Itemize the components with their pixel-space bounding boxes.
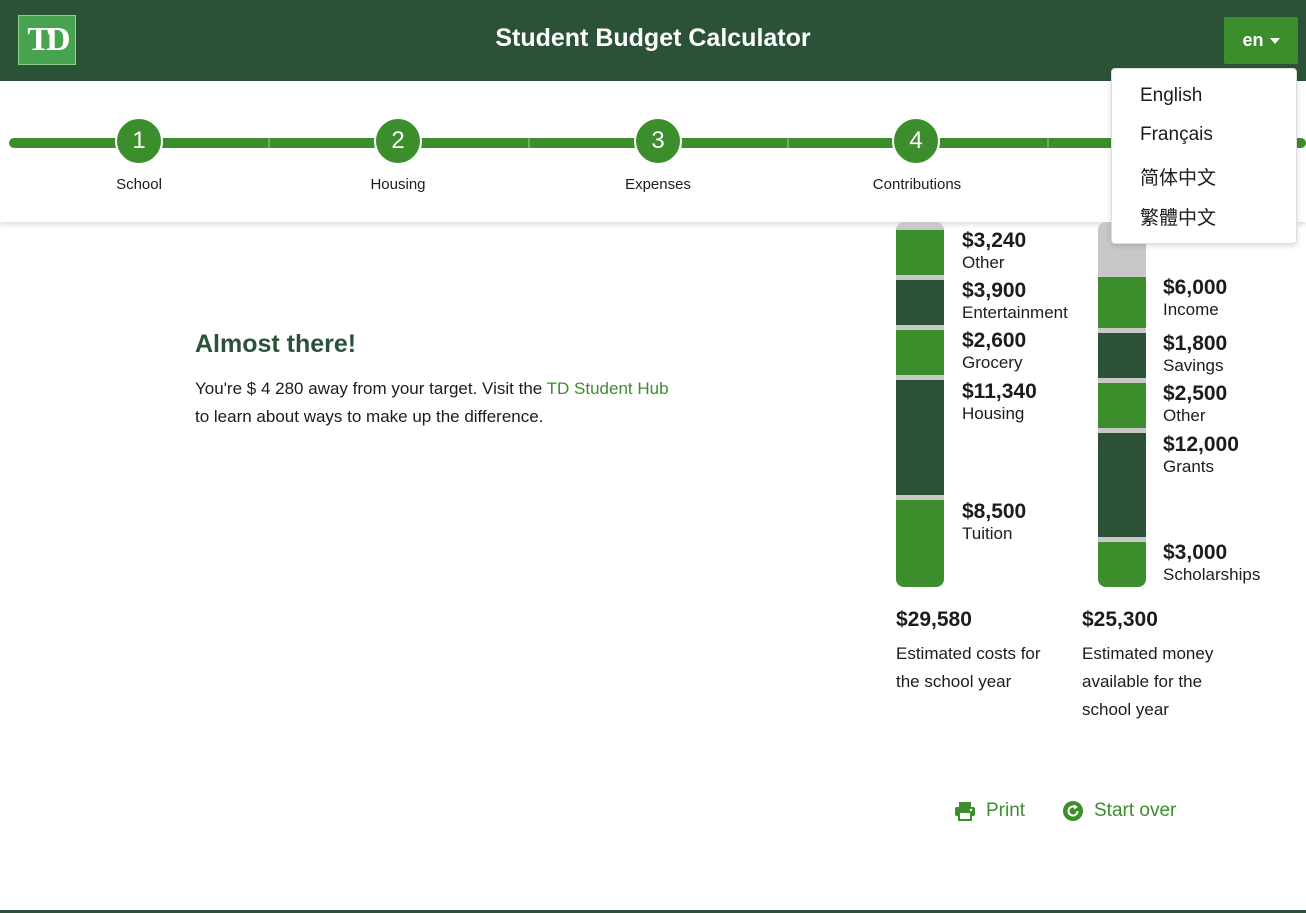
- page-title: Student Budget Calculator: [495, 24, 811, 52]
- costs-amount-entertainment: $3,900: [962, 279, 1027, 302]
- funds-amount-income: $6,000: [1163, 276, 1228, 299]
- costs-amount-grocery: $2,600: [962, 329, 1027, 352]
- step-2-label: Housing: [370, 176, 426, 193]
- print-button[interactable]: Print: [954, 800, 1025, 822]
- funds-total-description: Estimated money available for the school…: [1082, 644, 1214, 719]
- step-1-circle[interactable]: 1: [115, 117, 163, 165]
- language-option-traditional-chinese[interactable]: 繁體中文: [1140, 203, 1216, 230]
- funds-label-grants: Grants: [1163, 457, 1215, 476]
- costs-segment-grocery: [896, 330, 944, 375]
- funds-label-other: Other: [1163, 406, 1206, 425]
- start-over-button[interactable]: Start over: [1062, 800, 1176, 822]
- costs-label-housing: Housing: [962, 404, 1025, 423]
- costs-segment-entertainment: [896, 280, 944, 325]
- step-3-label: Expenses: [625, 176, 691, 193]
- costs-segment-housing: [896, 380, 944, 495]
- result-message-text-end: to learn about ways to make up the diffe…: [195, 407, 544, 426]
- td-student-hub-link[interactable]: TD Student Hub: [547, 379, 669, 398]
- result-message-text: You're $ 4 280 away from your target. Vi…: [195, 379, 547, 398]
- funds-bar: [1098, 222, 1146, 587]
- costs-total-description: Estimated costs for the school year: [896, 644, 1041, 691]
- start-over-button-label: Start over: [1094, 800, 1177, 821]
- funds-total: $25,300: [1082, 608, 1158, 631]
- language-button-label: en: [1242, 30, 1264, 50]
- stepper-track-divider: [787, 138, 789, 148]
- costs-amount-other: $3,240: [962, 229, 1027, 252]
- stepper-track-divider: [528, 138, 530, 148]
- print-button-label: Print: [986, 800, 1026, 821]
- funds-amount-savings: $1,800: [1163, 332, 1228, 355]
- language-option-english[interactable]: English: [1140, 85, 1202, 107]
- costs-amount-tuition: $8,500: [962, 500, 1027, 523]
- funds-segment-income: [1098, 277, 1146, 328]
- costs-label-entertainment: Entertainment: [962, 303, 1068, 322]
- funds-label-scholarships: Scholarships: [1163, 565, 1261, 584]
- costs-total: $29,580: [896, 608, 972, 631]
- funds-segment-scholarships: [1098, 542, 1146, 587]
- step-2-circle[interactable]: 2: [374, 117, 422, 165]
- funds-segment-savings: [1098, 333, 1146, 378]
- stepper-track-divider: [1047, 138, 1049, 148]
- costs-label-grocery: Grocery: [962, 353, 1023, 372]
- step-4-circle[interactable]: 4: [892, 117, 940, 165]
- funds-segment-grants: [1098, 433, 1146, 537]
- result-message: You're $ 4 280 away from your target. Vi…: [195, 375, 685, 431]
- costs-label-tuition: Tuition: [962, 524, 1013, 543]
- restart-icon: [1063, 801, 1083, 821]
- result-heading: Almost there!: [195, 330, 357, 358]
- printer-icon: [955, 802, 975, 821]
- costs-bar-top: [896, 222, 944, 230]
- step-4-label: Contributions: [872, 176, 962, 193]
- language-option-french[interactable]: Français: [1140, 124, 1213, 146]
- app-header: TD Student Budget Calculator en: [0, 0, 1306, 81]
- funds-amount-other: $2,500: [1163, 382, 1228, 405]
- language-option-simplified-chinese[interactable]: 简体中文: [1140, 163, 1216, 190]
- funds-amount-scholarships: $3,000: [1163, 541, 1228, 564]
- language-dropdown-menu: English Français 简体中文 繁體中文: [1111, 68, 1297, 244]
- costs-amount-housing: $11,340: [962, 380, 1037, 403]
- language-selector-button[interactable]: en: [1224, 17, 1298, 64]
- funds-label-savings: Savings: [1163, 356, 1224, 375]
- step-1-label: School: [116, 176, 162, 193]
- costs-bar: [896, 222, 944, 587]
- funds-amount-grants: $12,000: [1163, 433, 1239, 456]
- step-3-circle[interactable]: 3: [634, 117, 682, 165]
- funds-segment-other: [1098, 383, 1146, 428]
- funds-label-income: Income: [1163, 300, 1219, 319]
- costs-segment-other: [896, 230, 944, 275]
- chevron-down-icon: [1269, 37, 1280, 44]
- costs-label-other: Other: [962, 253, 1005, 272]
- stepper-track-divider: [268, 138, 270, 148]
- costs-segment-tuition: [896, 500, 944, 587]
